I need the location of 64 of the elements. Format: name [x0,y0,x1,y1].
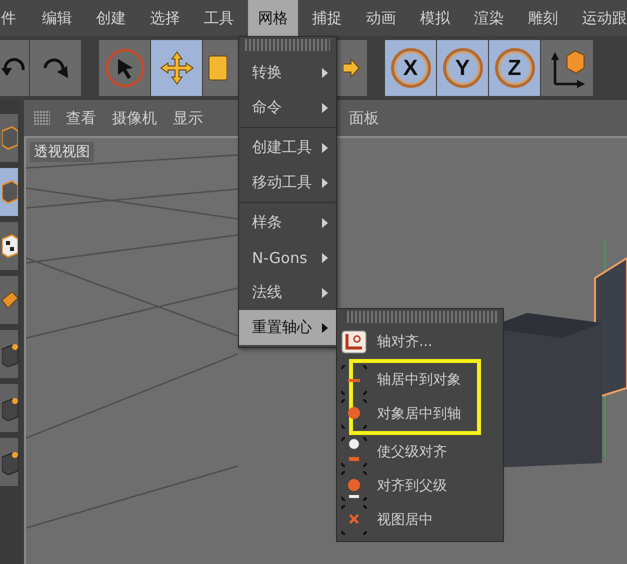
cube-icon [2,179,18,205]
submenu-arrow-icon [322,252,328,262]
redo-icon [40,56,70,80]
toolbar-button[interactable]: Z [489,40,540,96]
menu-bar-item[interactable]: 雕刻 [518,0,568,36]
viewport-menu-item[interactable]: 面板 [349,108,379,128]
menu-item[interactable]: 视图居中 [341,503,503,537]
menu-item[interactable]: 对齐到父级 [341,469,503,503]
menu-bar-item[interactable]: 网格 [248,0,298,36]
submenu-arrow-icon [322,102,328,112]
menu-bar-item[interactable]: 件 [0,0,28,36]
menu-bar-item[interactable]: 动画 [356,0,406,36]
menu-bar-item[interactable]: 捕捉 [302,0,352,36]
bracket-dot-icon [341,505,367,535]
arrow-cursor-icon [104,48,144,88]
menu-item[interactable]: 使父级对齐 [341,435,503,469]
grid-plane-icon [2,290,18,310]
menu-bar-item[interactable]: 工具 [194,0,244,36]
menu-item[interactable]: N-Gons [239,240,336,275]
menu-bar-item[interactable]: 渲染 [464,0,514,36]
viewport-menu-item[interactable]: 摄像机 [112,108,157,128]
tool-button[interactable] [0,438,18,486]
menu-item[interactable]: 样条 [239,205,336,240]
toolbar-button[interactable]: X [385,40,436,96]
submenu-arrow-icon [322,178,328,188]
bracket-dot-icon [341,471,367,501]
menu-item[interactable]: 轴对齐... [341,325,503,359]
tool-button[interactable] [0,384,18,432]
toolbar-button[interactable] [99,40,150,96]
submenu-arrow-icon [322,68,328,78]
move-arrows-icon [158,50,194,86]
viewport-menu-item[interactable]: 查看 [66,108,96,128]
menu-item[interactable]: 对象居中到轴 [341,397,477,431]
submenu-arrow-icon [322,218,328,228]
menu-item[interactable]: 命令 [239,90,336,125]
menu-item[interactable]: 创建工具 [239,130,336,165]
menu-item[interactable]: 重置轴心 [239,310,336,345]
bracket-dot-icon [341,437,367,467]
grip-icon [34,111,50,125]
toolbar-button[interactable]: Y [437,40,488,96]
menu-bar-item[interactable]: 选择 [140,0,190,36]
menu-item[interactable]: 法线 [239,275,336,310]
bracket-dot-icon [341,365,367,395]
tool-button[interactable] [0,330,18,378]
menu-bar-item[interactable]: 创建 [86,0,136,36]
axis-frame-icon [341,330,367,354]
menu-bar-item[interactable]: 模拟 [410,0,460,36]
submenu-arrow-icon [322,322,328,332]
menu-item[interactable]: 轴居中到对象 [341,363,477,397]
toolbar-button[interactable] [30,40,81,96]
checker-cube-icon [2,233,18,259]
viewport-menu-item[interactable]: 显示 [173,108,203,128]
submenu-arrow-icon [322,142,328,152]
menu-bar-item[interactable]: 编辑 [32,0,82,36]
toolbar-button[interactable] [151,40,202,96]
cube-icon [2,125,18,151]
tool-button[interactable] [0,222,18,270]
toolbar-button[interactable] [541,40,593,96]
menu-bar-item[interactable]: 运动跟 [572,0,627,36]
menu-item[interactable]: 转换 [239,55,336,90]
viewport-title: 透视视图 [30,142,94,162]
submenu-arrow-icon [322,288,328,298]
bracket-dot-icon [341,399,367,429]
menu-item[interactable]: 移动工具 [239,165,336,200]
